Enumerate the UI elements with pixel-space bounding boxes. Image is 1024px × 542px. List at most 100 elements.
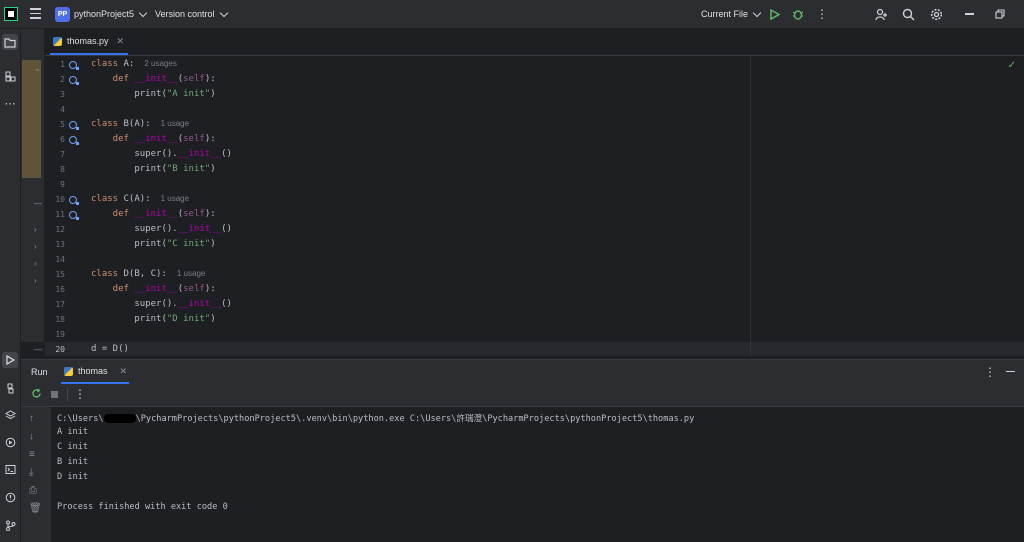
chevron-down-icon xyxy=(138,8,148,17)
settings-gear-icon[interactable] xyxy=(928,6,944,22)
chevron-right-icon[interactable]: › xyxy=(34,276,37,285)
project-panel[interactable]: ⌄ — › › › › — xyxy=(21,29,44,354)
rerun-icon[interactable] xyxy=(31,388,42,401)
git-icon[interactable] xyxy=(2,517,18,533)
usages-hint[interactable]: 1 usage xyxy=(161,194,189,203)
minimize-icon[interactable] xyxy=(1006,371,1015,373)
line-number: 5 xyxy=(60,120,65,129)
line-number: 6 xyxy=(60,135,65,144)
editor-tab-bar: thomas.py ✕ xyxy=(45,29,1024,56)
line-number: 9 xyxy=(60,180,65,189)
run-icon[interactable] xyxy=(766,6,782,22)
code-text: A: xyxy=(118,59,135,69)
add-user-icon[interactable] xyxy=(873,6,889,22)
overridden-gutter-icon[interactable] xyxy=(69,76,79,85)
close-icon[interactable]: ✕ xyxy=(117,36,125,47)
code-text: ): xyxy=(204,74,216,84)
chevron-right-icon[interactable]: › xyxy=(34,242,37,251)
close-icon[interactable]: ✕ xyxy=(120,366,128,377)
code-text: () xyxy=(221,299,232,309)
subclassed-gutter-icon[interactable] xyxy=(69,121,79,130)
run-panel-icon[interactable] xyxy=(2,352,18,368)
console-output-line: C init xyxy=(57,442,89,452)
chevron-down-icon[interactable]: ⌄ xyxy=(34,64,41,73)
collapse-icon[interactable]: — xyxy=(34,345,42,354)
problems-icon[interactable] xyxy=(2,489,18,505)
keyword: def xyxy=(91,134,135,144)
services-icon[interactable] xyxy=(2,434,18,450)
usages-hint[interactable]: 1 usage xyxy=(177,269,205,278)
code-text: ) xyxy=(210,89,216,99)
layers-icon[interactable] xyxy=(2,407,18,423)
run-console[interactable]: C:\Users\ \PycharmProjects\pythonProject5… xyxy=(51,407,1024,542)
project-badge[interactable]: PP xyxy=(55,7,70,22)
title-bar: PP pythonProject5 Version control Curren… xyxy=(0,0,1024,29)
project-folder-icon[interactable] xyxy=(2,34,18,50)
search-icon[interactable] xyxy=(900,6,916,22)
chevron-down-icon xyxy=(219,8,228,17)
main-menu-icon[interactable] xyxy=(30,8,41,19)
subclassed-gutter-icon[interactable] xyxy=(69,196,79,205)
code-text: print( xyxy=(91,239,167,249)
current-line-highlight xyxy=(45,342,1024,356)
dunder-name: __init__ xyxy=(177,224,222,234)
toolbar-divider xyxy=(67,388,68,401)
arrow-up-icon[interactable]: ↑ xyxy=(29,413,34,424)
string-literal: "D init" xyxy=(166,314,211,324)
overrides-gutter-icon[interactable] xyxy=(69,211,79,220)
run-config-selector[interactable]: Current File xyxy=(701,0,762,28)
more-horizontal-icon[interactable]: ⋯ xyxy=(2,95,18,111)
usages-hint[interactable]: 2 usages xyxy=(144,59,176,68)
arrow-down-icon[interactable]: ↓ xyxy=(29,431,34,442)
python-packages-icon[interactable] xyxy=(2,380,18,396)
line-number: 1 xyxy=(60,60,65,69)
debug-icon[interactable] xyxy=(790,6,806,22)
terminal-icon[interactable] xyxy=(2,461,18,477)
soft-wrap-icon[interactable]: ≡ xyxy=(29,449,35,460)
console-text: \PycharmProjects\pythonProject5\.venv\bi… xyxy=(135,414,695,424)
more-vertical-icon[interactable]: ⋮ xyxy=(74,387,86,401)
self-param: self xyxy=(183,134,205,144)
restore-window-icon[interactable] xyxy=(992,6,1008,22)
project-panel-preview xyxy=(22,60,41,178)
code-text: super(). xyxy=(91,149,178,159)
minimize-icon[interactable] xyxy=(961,6,977,22)
line-number: 17 xyxy=(55,300,65,309)
console-command-line: C:\Users\ \PycharmProjects\pythonProject5… xyxy=(57,412,694,424)
project-selector[interactable]: pythonProject5 xyxy=(74,0,148,28)
run-panel-header: Run thomas ✕ ⋮ xyxy=(21,359,1024,384)
subclassed-gutter-icon[interactable] xyxy=(69,61,79,70)
no-problems-check-icon[interactable]: ✓ xyxy=(1008,60,1016,71)
line-number: 19 xyxy=(55,330,65,339)
code-editor[interactable]: ✓ 1 2 3 4 5 6 7 8 9 10 11 12 13 14 15 16… xyxy=(45,56,1024,356)
tab-thomas-py[interactable]: thomas.py ✕ xyxy=(50,29,128,55)
trash-icon[interactable]: 🗑 xyxy=(29,503,42,514)
keyword: class xyxy=(91,119,119,129)
code-text: super(). xyxy=(91,299,178,309)
code-text: () xyxy=(221,224,232,234)
run-panel-title: Run xyxy=(31,367,48,377)
chevron-right-icon[interactable]: › xyxy=(34,259,37,268)
console-output-line: B init xyxy=(57,457,89,467)
more-vertical-icon[interactable]: ⋮ xyxy=(984,365,996,379)
keyword: def xyxy=(91,284,135,294)
line-number: 3 xyxy=(60,90,65,99)
code-text: ) xyxy=(210,239,216,249)
self-param: self xyxy=(183,284,205,294)
structure-icon[interactable] xyxy=(2,68,18,84)
print-icon[interactable]: ⎙ xyxy=(29,485,37,496)
usages-hint[interactable]: 1 usage xyxy=(161,119,189,128)
stop-icon[interactable] xyxy=(51,391,58,398)
chevron-down-icon xyxy=(752,8,762,17)
code-line: print("D init") xyxy=(91,314,215,324)
more-vertical-icon[interactable]: ⋮ xyxy=(814,6,830,22)
collapse-icon[interactable]: — xyxy=(34,199,42,208)
run-tab-thomas[interactable]: thomas ✕ xyxy=(61,360,129,384)
vcs-selector[interactable]: Version control xyxy=(155,0,228,28)
chevron-right-icon[interactable]: › xyxy=(34,225,37,234)
dunder-name: __init__ xyxy=(177,299,222,309)
scroll-to-end-icon[interactable]: ⤓ xyxy=(29,467,33,478)
overrides-gutter-icon[interactable] xyxy=(69,136,79,145)
dunder-name: __init__ xyxy=(134,284,178,294)
line-number: 16 xyxy=(55,285,65,294)
